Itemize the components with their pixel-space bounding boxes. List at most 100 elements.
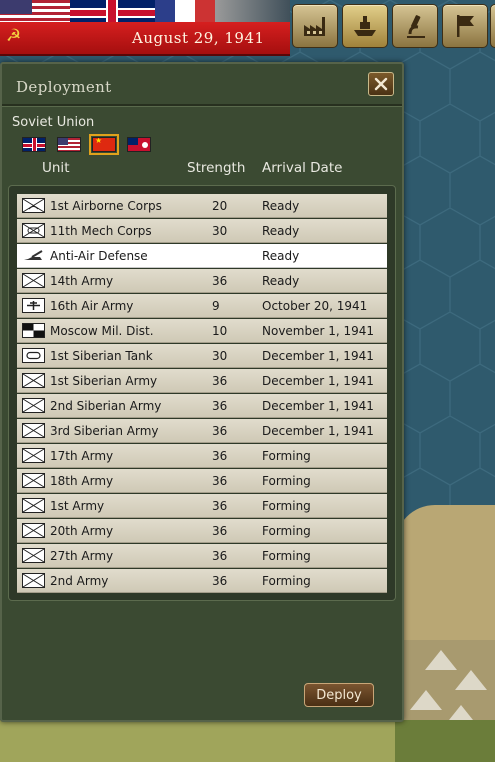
hq-unit-icon	[22, 323, 45, 338]
objectives-button[interactable]	[442, 4, 488, 48]
title-divider	[2, 104, 402, 107]
nation-name: Soviet Union	[12, 115, 95, 130]
unit-row[interactable]: 3rd Siberian Army 36 December 1, 1941	[17, 419, 387, 443]
unit-row[interactable]: 1st Siberian Tank 30 December 1, 1941	[17, 344, 387, 368]
unit-strength: 10	[212, 324, 228, 338]
infantry-unit-icon	[22, 423, 45, 438]
unit-name: 2nd Army	[50, 574, 109, 588]
hammer-sickle-icon: ☭	[6, 26, 22, 46]
unit-strength: 36	[212, 474, 228, 488]
infantry-unit-icon	[22, 498, 45, 513]
column-header-arrival: Arrival Date	[262, 160, 343, 176]
unit-row[interactable]: 2nd Army 36 Forming	[17, 569, 387, 593]
unit-name: 14th Army	[50, 274, 114, 288]
unit-arrival-date: Forming	[262, 449, 311, 463]
mountain-icon	[410, 690, 442, 710]
unit-row[interactable]: Moscow Mil. Dist. 10 November 1, 1941	[17, 319, 387, 343]
unit-strength: 36	[212, 374, 228, 388]
infantry-unit-icon	[22, 398, 45, 413]
unit-row[interactable]: 1st Siberian Army 36 December 1, 1941	[17, 369, 387, 393]
forest-terrain	[395, 720, 495, 762]
allied-flags-strip	[0, 0, 290, 22]
land-terrain	[0, 720, 420, 762]
unit-row[interactable]: 17th Army 36 Forming	[17, 444, 387, 468]
unit-arrival-date: December 1, 1941	[262, 399, 374, 413]
unit-name: 1st Siberian Tank	[50, 349, 153, 363]
unit-name: 3rd Siberian Army	[50, 424, 159, 438]
unit-strength: 30	[212, 224, 228, 238]
unit-arrival-date: Ready	[262, 249, 300, 263]
unit-arrival-date: Ready	[262, 224, 300, 238]
unit-arrival-date: December 1, 1941	[262, 374, 374, 388]
unit-row[interactable]: 27th Army 36 Forming	[17, 544, 387, 568]
unit-strength: 36	[212, 524, 228, 538]
ship-icon	[354, 16, 376, 36]
airborne-unit-icon	[22, 198, 45, 213]
infantry-unit-icon	[22, 573, 45, 588]
unit-list[interactable]: 1st Airborne Corps 20 Ready 11th Mech Corps…	[8, 185, 396, 601]
unit-row[interactable]: 1st Army 36 Forming	[17, 494, 387, 518]
unit-name: Moscow Mil. Dist.	[50, 324, 154, 338]
unit-arrival-date: December 1, 1941	[262, 424, 374, 438]
unit-row[interactable]: 20th Army 36 Forming	[17, 519, 387, 543]
unit-row[interactable]: Anti-Air Defense Ready	[17, 244, 387, 268]
unit-strength: 36	[212, 574, 228, 588]
unit-row[interactable]: 2nd Siberian Army 36 December 1, 1941	[17, 394, 387, 418]
close-button[interactable]	[368, 72, 394, 96]
infantry-unit-icon	[22, 373, 45, 388]
unit-arrival-date: Forming	[262, 474, 311, 488]
us-flag-icon[interactable]	[57, 137, 81, 152]
unit-strength: 9	[212, 299, 220, 313]
unit-name: 27th Army	[50, 549, 114, 563]
deploy-button[interactable]: Deploy	[304, 683, 374, 707]
hong-kong-flag-icon[interactable]	[127, 137, 151, 152]
column-header-unit: Unit	[42, 160, 70, 176]
panel-title: Deployment	[16, 78, 112, 96]
uk-flag-icon[interactable]	[22, 137, 46, 152]
mountain-icon	[455, 670, 487, 690]
armor-unit-icon	[22, 348, 45, 363]
unit-name: 1st Siberian Army	[50, 374, 158, 388]
more-button[interactable]	[490, 4, 495, 48]
infantry-unit-icon	[22, 548, 45, 563]
production-button[interactable]	[292, 4, 338, 48]
unit-arrival-date: Forming	[262, 549, 311, 563]
mech-unit-icon	[22, 223, 45, 238]
factory-icon	[304, 17, 325, 36]
unit-arrival-date: Ready	[262, 274, 300, 288]
us-flag-icon	[0, 0, 70, 22]
unit-arrival-date: Ready	[262, 199, 300, 213]
unit-name: 17th Army	[50, 449, 114, 463]
unit-strength: 36	[212, 499, 228, 513]
unit-strength: 20	[212, 199, 228, 213]
deployment-panel: Deployment Soviet Union Unit Strength Ar…	[0, 62, 404, 722]
unit-strength: 36	[212, 549, 228, 563]
unit-row[interactable]: 11th Mech Corps 30 Ready	[17, 219, 387, 243]
unit-strength: 36	[212, 449, 228, 463]
uk-flag-icon	[70, 0, 155, 22]
top-bar: ☭ August 29, 1941	[0, 0, 495, 56]
research-button[interactable]	[392, 4, 438, 48]
unit-row[interactable]: 18th Army 36 Forming	[17, 469, 387, 493]
flag-icon	[457, 15, 474, 37]
infantry-unit-icon	[22, 473, 45, 488]
unit-strength: 36	[212, 274, 228, 288]
unit-arrival-date: Forming	[262, 499, 311, 513]
mountain-icon	[425, 650, 457, 670]
unit-name: Anti-Air Defense	[50, 249, 148, 263]
unit-row[interactable]: 1st Airborne Corps 20 Ready	[17, 194, 387, 218]
unit-strength: 30	[212, 349, 228, 363]
unit-arrival-date: October 20, 1941	[262, 299, 368, 313]
china-flag-icon[interactable]	[89, 134, 119, 155]
infantry-unit-icon	[22, 273, 45, 288]
unit-row[interactable]: 14th Army 36 Ready	[17, 269, 387, 293]
unit-row[interactable]: 16th Air Army 9 October 20, 1941	[17, 294, 387, 318]
deployment-button[interactable]	[342, 4, 388, 48]
unit-arrival-date: Forming	[262, 524, 311, 538]
unit-arrival-date: November 1, 1941	[262, 324, 375, 338]
unit-name: 2nd Siberian Army	[50, 399, 162, 413]
flag-fade	[215, 0, 290, 22]
unit-name: 1st Airborne Corps	[50, 199, 162, 213]
infantry-unit-icon	[22, 448, 45, 463]
france-flag-icon	[155, 0, 215, 22]
